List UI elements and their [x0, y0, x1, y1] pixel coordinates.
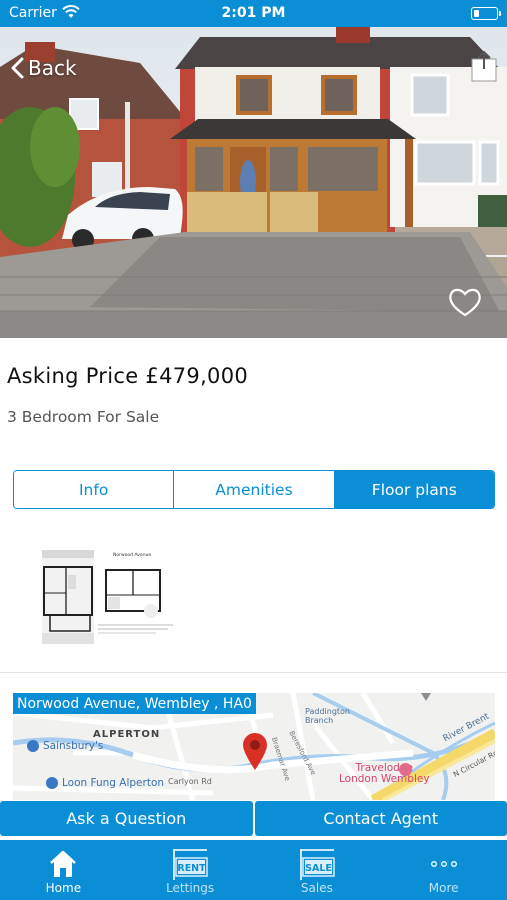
- property-subtitle: 3 Bedroom For Sale: [7, 408, 160, 426]
- tab-amenities[interactable]: Amenities: [173, 471, 334, 508]
- clock: 2:01 PM: [221, 5, 286, 21]
- contact-agent-button[interactable]: Contact Agent: [254, 801, 507, 836]
- tabbar-item-lettings[interactable]: RENT Lettings: [127, 840, 254, 900]
- status-bar: Carrier 2:01 PM: [0, 0, 507, 27]
- tabbar-item-sales[interactable]: SALE Sales: [254, 840, 381, 900]
- bottom-tab-bar: Home RENT Lettings SALE Sales More: [0, 840, 507, 900]
- tabbar-item-home[interactable]: Home: [0, 840, 127, 900]
- favourite-button[interactable]: [447, 286, 483, 318]
- map-address-label: Norwood Avenue, Wembley , HA0: [13, 693, 256, 714]
- heart-icon: [449, 288, 481, 317]
- tabbar-label-lettings: Lettings: [166, 881, 215, 895]
- asking-price: Asking Price £479,000: [7, 364, 249, 388]
- rent-sign-icon: RENT: [170, 847, 210, 881]
- divider: [0, 672, 507, 673]
- rent-sign-text: RENT: [178, 863, 207, 874]
- tabbar-label-more: More: [428, 881, 459, 895]
- chevron-left-icon: [10, 57, 24, 79]
- share-button[interactable]: [471, 50, 497, 82]
- more-dots-icon: [429, 847, 459, 881]
- back-button[interactable]: Back: [10, 56, 77, 80]
- location-map[interactable]: Norwood Avenue, Wembley , HA0 Paddington…: [13, 693, 495, 800]
- floorplan-title: Norwood Avenue: [113, 552, 151, 558]
- map-pin-icon[interactable]: [241, 731, 269, 771]
- tab-floor-plans[interactable]: Floor plans: [333, 471, 494, 508]
- tabbar-label-sales: Sales: [300, 881, 333, 895]
- map-label-carlyon-rd: Carlyon Rd: [168, 777, 212, 786]
- tabbar-label-home: Home: [45, 881, 82, 895]
- map-label-alperton: ALPERTON: [93, 729, 161, 740]
- sale-sign-icon: SALE: [297, 847, 337, 881]
- tab-info[interactable]: Info: [14, 471, 174, 508]
- shopping-pin-icon: [46, 777, 58, 789]
- property-detail-screen: Carrier 2:01 PM Back Asking Price £479,0…: [0, 0, 507, 900]
- detail-tabs: Info Amenities Floor plans: [13, 470, 495, 509]
- ask-question-button[interactable]: Ask a Question: [0, 801, 253, 836]
- tabbar-item-more[interactable]: More: [380, 840, 507, 900]
- map-label-sainsburys: Sainsbury's: [27, 740, 103, 752]
- property-photo[interactable]: Back: [0, 27, 507, 338]
- action-buttons: Ask a Question Contact Agent: [0, 801, 507, 836]
- home-icon: [48, 847, 78, 881]
- map-label-loon-fung: Loon Fung Alperton: [46, 777, 164, 789]
- shopping-pin-icon: [27, 740, 39, 752]
- map-label-travelodge: Travelodge London Wembley: [339, 763, 430, 785]
- map-label-paddington-branch: Paddington Branch: [305, 707, 350, 725]
- back-label: Back: [28, 56, 77, 80]
- share-icon: [471, 50, 497, 82]
- sainsburys-label: Sainsbury's: [43, 740, 104, 752]
- loon-fung-label: Loon Fung Alperton: [62, 777, 165, 789]
- hotel-pin-icon: [399, 763, 412, 776]
- battery-icon: [471, 7, 501, 20]
- travelodge-line2: London Wembley: [339, 773, 430, 785]
- sale-sign-text: SALE: [305, 863, 332, 874]
- floorplan-thumbnail[interactable]: Norwood Avenue: [38, 545, 178, 648]
- map-point-icon: [421, 693, 431, 701]
